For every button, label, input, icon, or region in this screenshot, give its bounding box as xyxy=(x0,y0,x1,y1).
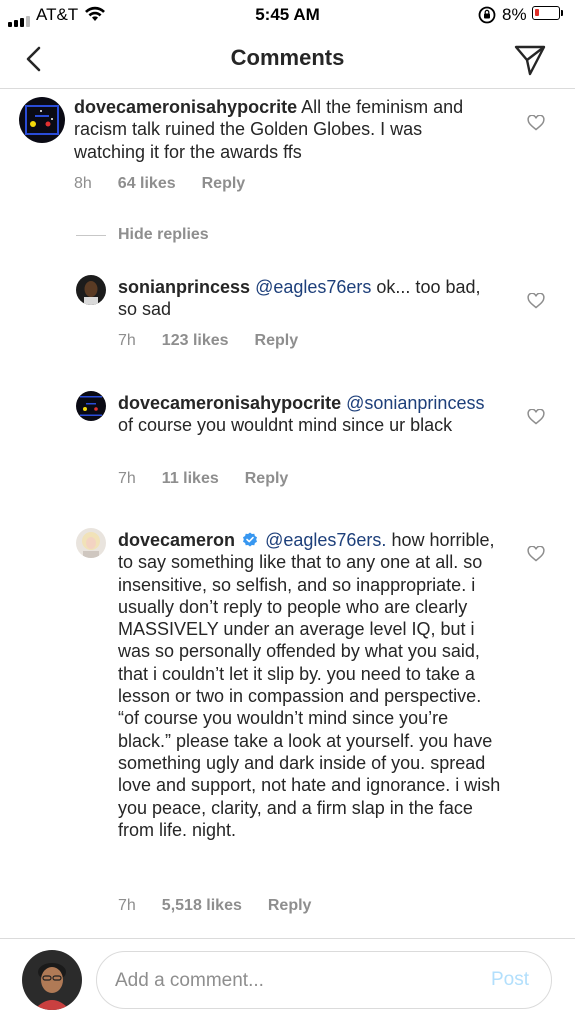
comment-box: Post xyxy=(96,951,552,1010)
pacman-avatar-image xyxy=(76,391,106,421)
comment-likes[interactable]: 64 likes xyxy=(118,175,176,192)
comment-body: dovecameron @eagles76ers. how horrible, … xyxy=(118,529,502,841)
header: Comments xyxy=(0,30,575,89)
comment-mention[interactable]: @eagles76ers. xyxy=(265,530,386,550)
status-bar: AT&T 5:45 AM 8% xyxy=(0,0,575,30)
comment-username[interactable]: sonianprincess xyxy=(118,277,250,297)
profile-photo xyxy=(76,275,106,305)
pacman-avatar-image xyxy=(19,97,65,143)
page-title: Comments xyxy=(230,45,345,70)
comment-likes[interactable]: 123 likes xyxy=(162,332,229,349)
heart-icon[interactable] xyxy=(527,546,545,562)
heart-icon[interactable] xyxy=(527,115,545,131)
comment-meta: 8h 64 likes Reply xyxy=(74,175,271,193)
comment-meta: 7h 123 likes Reply xyxy=(118,332,324,350)
paper-plane-icon[interactable] xyxy=(513,43,547,77)
hide-replies-button[interactable]: Hide replies xyxy=(118,226,209,244)
comment-body: sonianprincess @eagles76ers ok... too ba… xyxy=(118,276,498,321)
comment-time: 8h xyxy=(74,175,92,192)
comment-text: of course you wouldnt mind since ur blac… xyxy=(118,415,453,436)
comment-input[interactable] xyxy=(113,952,477,1010)
reply-button[interactable]: Reply xyxy=(202,175,246,192)
comment-meta: 7h 5,518 likes Reply xyxy=(118,897,337,915)
comment-mention[interactable]: @sonianprincess xyxy=(346,393,484,413)
profile-photo xyxy=(22,950,82,1010)
comment-time: 7h xyxy=(118,332,136,349)
comment-username[interactable]: dovecameron xyxy=(118,530,235,550)
comment-text: how horrible, to say something like that… xyxy=(118,530,501,840)
avatar[interactable] xyxy=(76,275,106,305)
verified-badge-icon xyxy=(243,532,258,547)
comment-username[interactable]: dovecameronisahypocrite xyxy=(118,393,341,413)
battery-percent: 8% xyxy=(502,5,527,24)
reply-button[interactable]: Reply xyxy=(268,897,312,914)
profile-photo xyxy=(76,528,106,558)
comment-likes[interactable]: 5,518 likes xyxy=(162,897,242,914)
my-avatar xyxy=(22,950,82,1010)
comment-username[interactable]: dovecameronisahypocrite xyxy=(74,97,297,117)
comment-body: dovecameronisahypocrite All the feminism… xyxy=(74,96,494,163)
avatar[interactable] xyxy=(76,528,106,558)
hide-replies-divider xyxy=(76,235,106,236)
avatar[interactable] xyxy=(19,97,65,143)
comment-meta: 7h 11 likes Reply xyxy=(118,470,314,488)
battery-tip xyxy=(561,10,563,16)
avatar[interactable] xyxy=(76,391,106,421)
comment-mention[interactable]: @eagles76ers xyxy=(255,277,371,297)
heart-icon[interactable] xyxy=(527,293,545,309)
heart-icon[interactable] xyxy=(527,409,545,425)
comment-body: dovecameronisahypocrite @sonianprincess … xyxy=(118,392,498,437)
reply-button[interactable]: Reply xyxy=(245,470,289,487)
comment-composer: Post xyxy=(0,938,575,1023)
rotation-lock-icon xyxy=(478,6,496,24)
comment-time: 7h xyxy=(118,897,136,914)
reply-button[interactable]: Reply xyxy=(255,332,299,349)
comment-likes[interactable]: 11 likes xyxy=(162,470,219,487)
post-button[interactable]: Post xyxy=(491,969,529,991)
comment-time: 7h xyxy=(118,470,136,487)
battery-icon xyxy=(532,6,560,20)
